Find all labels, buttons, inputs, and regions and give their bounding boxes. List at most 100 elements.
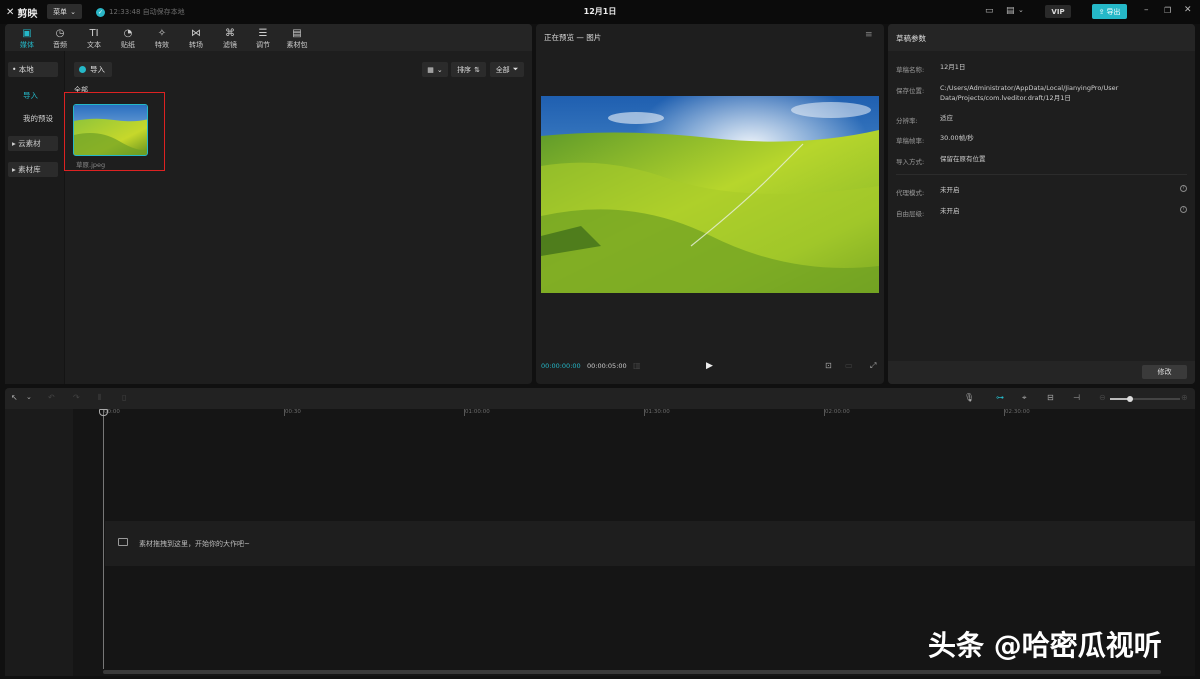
sidebar-item-local[interactable]: • 本地 [8,62,58,77]
sort-label: 排序 [457,65,472,74]
draft-name-label: 草稿名称: [896,66,925,74]
media-thumbnail[interactable] [73,104,148,156]
fullscreen-icon[interactable]: ⤢ [870,361,876,371]
track-headers [5,409,73,676]
aspect-ratio-icon[interactable]: ▭ [845,361,853,370]
draft-params-panel [888,24,1195,384]
tab-media[interactable]: ▣ 媒体 [13,27,41,49]
undo-icon[interactable]: ↶ [48,393,55,402]
chevron-down-icon[interactable]: ⌄ [26,393,32,401]
save-location-value: C:/Users/Administrator/AppData/Local/Jia… [940,84,1119,102]
app-logo: ✕ 剪映 [6,5,37,20]
sidebar-item-cloud[interactable]: ▸ 云素材 [8,136,58,151]
layout-dropdown-icon[interactable]: ⌄ [1018,6,1024,14]
sort-icon: ⇅ [474,65,480,74]
ruler-tick-label: 02:30:00 [1005,409,1030,415]
zoom-slider-knob[interactable] [1127,396,1133,402]
funnel-icon: ⏷ [512,65,519,73]
sort-button[interactable]: 排序 ⇅ [451,62,486,77]
close-icon[interactable]: ✕ [1184,5,1192,15]
timecode-format-icon[interactable]: ▥ [633,361,641,370]
ruler-tick-label: 01:30:00 [645,409,670,415]
filter-icon: ⌘ [225,28,235,39]
proxy-mode-value: 未开启 [940,186,960,194]
framerate-label: 草稿帧率: [896,137,925,145]
draft-header [888,24,1195,51]
timecode-total: 00:00:05:00 [587,362,627,370]
zoom-in-icon[interactable]: ⊕ [1181,393,1188,402]
zoom-out-icon[interactable]: ⊖ [1099,393,1106,402]
tab-filter-label: 滤镜 [223,41,237,49]
split-icon[interactable]: ⫴ [98,393,101,403]
tab-adjust-label: 调节 [256,41,270,49]
select-cursor-icon[interactable]: ↖ [11,393,18,402]
import-button[interactable]: 导入 [74,62,112,77]
snap-icon[interactable]: ⌖ [1022,393,1027,403]
sidebar-item-import[interactable]: 导入 [19,88,69,103]
text-icon: TI [89,28,99,39]
menu-label: 菜单 [53,7,68,16]
draft-name-value: 12月1日 [940,63,966,71]
hamburger-icon[interactable]: ≡ [865,30,873,40]
autosave-text: 12:33:48 自动保存本地 [109,8,185,16]
thumbnail-filename: 草原.jpeg [76,161,106,169]
autosave-status: ✓ 12:33:48 自动保存本地 [96,7,185,17]
media-icon: ▣ [22,28,32,39]
tab-package[interactable]: ▤ 素材包 [283,27,311,49]
microphone-icon[interactable]: 🎙 [964,393,974,402]
timeline-scrollbar[interactable] [103,670,1161,674]
tab-audio[interactable]: ◷ 音频 [46,27,74,49]
link-main-track-icon[interactable]: ⊶ [996,393,1004,402]
timeline-toolbar [5,388,1195,409]
help-icon[interactable]: ? [1180,185,1187,192]
sidebar-item-library[interactable]: ▸ 素材库 [8,162,58,177]
view-mode-button[interactable]: ▦ ⌄ [422,62,448,77]
shortcut-icon[interactable]: ▭ [985,6,994,16]
help-icon[interactable]: ? [1180,206,1187,213]
tab-transition-label: 转场 [189,41,203,49]
export-button[interactable]: ⇪ 导出 [1092,4,1127,19]
preview-axis-icon[interactable]: ⊣ [1073,393,1080,402]
playhead-handle[interactable] [99,409,108,416]
tab-package-label: 素材包 [286,41,308,49]
adjust-icon: ☰ [258,28,268,39]
modify-button[interactable]: 修改 [1142,365,1187,379]
free-layer-label: 自由层级: [896,210,925,218]
playhead[interactable] [103,409,104,669]
grassland-preview-image [541,96,879,293]
main-track-drop-zone[interactable] [105,521,1195,566]
focus-icon[interactable]: ⊡ [825,361,832,370]
delete-icon[interactable]: ▯ [122,393,126,402]
import-mode-label: 导入方式: [896,158,925,166]
import-mode-value: 保留在原有位置 [940,155,986,163]
watermark: 头条 @哈密瓜视听 [928,629,1162,662]
tab-text[interactable]: TI 文本 [80,27,108,49]
proxy-mode-label: 代理模式: [896,189,925,197]
plus-icon [79,66,86,73]
tab-sticker[interactable]: ◔ 贴纸 [114,27,142,49]
filter-button[interactable]: 全部 ⏷ [490,62,524,77]
export-label: 导出 [1106,7,1121,16]
tab-filter[interactable]: ⌘ 滤镜 [216,27,244,49]
tab-adjust[interactable]: ☰ 调节 [249,27,277,49]
redo-icon[interactable]: ↷ [73,393,80,402]
tab-transition[interactable]: ⋈ 转场 [182,27,210,49]
menu-button[interactable]: 菜单 ⌄ [47,4,82,19]
chevron-down-icon: ⌄ [70,7,76,16]
resolution-label: 分辨率: [896,117,918,125]
package-icon: ▤ [292,28,302,39]
grid-icon: ▦ [427,65,434,74]
restore-icon[interactable]: ❐ [1164,6,1171,15]
save-location-label: 保存位置: [896,87,925,95]
tab-media-label: 媒体 [20,41,34,49]
film-icon [118,538,128,546]
draft-title: 草稿参数 [896,34,926,43]
minimize-icon[interactable]: – [1144,5,1149,15]
vip-badge[interactable]: VIP [1045,5,1071,18]
sidebar-item-my-presets[interactable]: 我的预设 [19,111,69,126]
linkage-icon[interactable]: ⊟ [1047,393,1054,402]
layout-icon[interactable]: ▤ [1006,6,1015,16]
play-icon[interactable]: ▶ [706,361,713,371]
tab-effects[interactable]: ✧ 特效 [148,27,176,49]
transition-icon: ⋈ [191,28,201,39]
